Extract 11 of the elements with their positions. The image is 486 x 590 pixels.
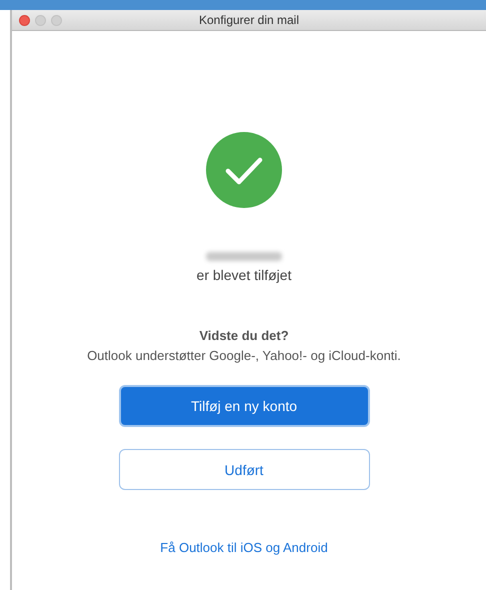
tip-text: Outlook understøtter Google-, Yahoo!- og iCloud-konti. bbox=[87, 348, 401, 363]
done-button[interactable]: Udført bbox=[118, 449, 370, 490]
add-account-button[interactable]: Tilføj en ny konto bbox=[118, 385, 370, 427]
tip-heading: Vidste du det? bbox=[199, 328, 289, 343]
minimize-button[interactable] bbox=[35, 14, 46, 26]
get-app-link[interactable]: Få Outlook til iOS og Android bbox=[160, 540, 328, 555]
window-title: Konfigurer din mail bbox=[198, 13, 300, 27]
checkmark-icon bbox=[206, 132, 282, 208]
close-button[interactable] bbox=[19, 14, 30, 26]
status-message: er blevet tilføjet bbox=[196, 267, 292, 283]
zoom-button[interactable] bbox=[51, 14, 62, 26]
